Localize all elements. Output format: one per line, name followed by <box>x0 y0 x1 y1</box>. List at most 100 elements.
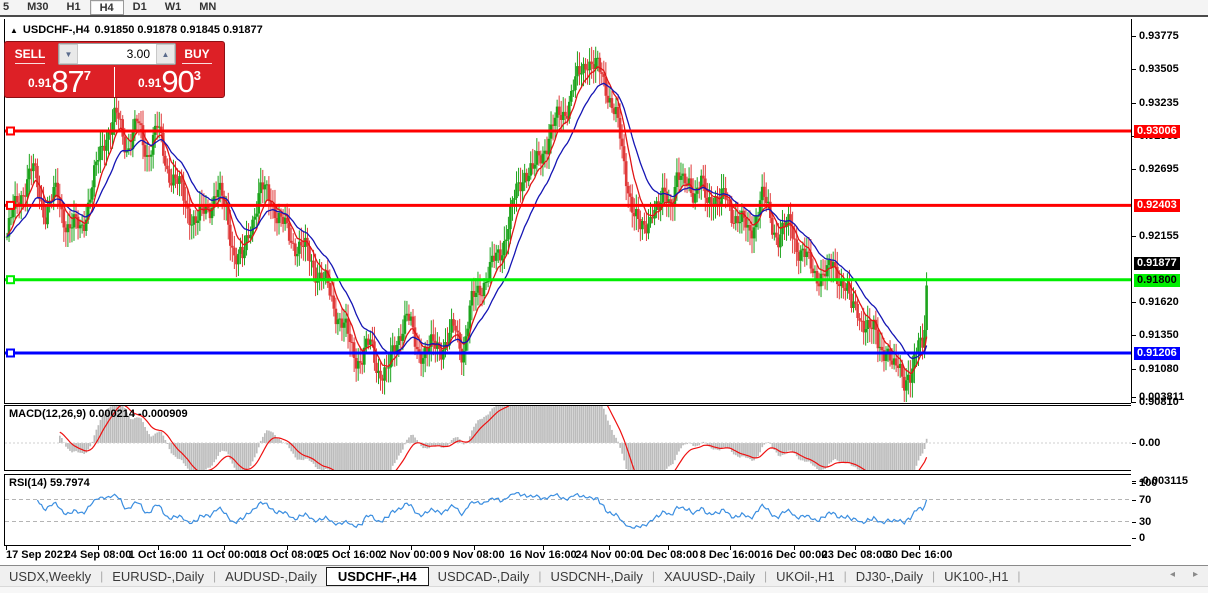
buy-price-prefix: 0.91 <box>137 76 162 90</box>
price-tick-label: 0.93235 <box>1139 97 1179 109</box>
buy-price-sup: 3 <box>193 68 202 83</box>
date-label: 1 Oct 16:00 <box>128 549 188 561</box>
buy-price-quote[interactable]: 0.91 90 3 <box>115 64 224 99</box>
sell-button-label: SELL <box>14 47 46 61</box>
price-tick <box>1132 302 1136 303</box>
sell-price-prefix: 0.91 <box>27 76 52 90</box>
sell-button[interactable]: SELL <box>8 47 52 64</box>
tab-usdx-weekly[interactable]: USDX,Weekly <box>0 568 100 585</box>
tab-usdcnh-daily[interactable]: USDCNH-,Daily <box>541 568 651 585</box>
timeframe-button-mn[interactable]: MN <box>190 0 225 15</box>
tab-xauusd-daily[interactable]: XAUUSD-,Daily <box>655 568 764 585</box>
volume-input[interactable] <box>78 44 156 64</box>
rsi-tick-label: 0 <box>1139 532 1146 544</box>
buy-price-big: 90 <box>161 64 194 99</box>
price-tick <box>1132 402 1136 403</box>
rsi-name: RSI(14) <box>9 477 47 489</box>
timeframe-button-d1[interactable]: D1 <box>124 0 156 15</box>
hline-price-label: 0.92403 <box>1134 199 1180 212</box>
date-axis: 17 Sep 2021 24 Sep 08:00 1 Oct 16:00 11 Oct… <box>0 546 1131 565</box>
ma-slow-line[interactable] <box>6 82 928 360</box>
price-tick <box>1132 69 1136 70</box>
tab-eurusd-daily[interactable]: EURUSD-,Daily <box>103 568 213 585</box>
timeframe-button-h1[interactable]: H1 <box>58 0 90 15</box>
sell-underline <box>14 63 46 64</box>
hline-price-label: 0.91206 <box>1134 347 1180 360</box>
timeframe-button-5[interactable]: 5 <box>0 0 18 15</box>
price-tick-label: 0.91350 <box>1139 329 1179 341</box>
date-label: 17 Sep 2021 <box>6 549 69 561</box>
date-label: 16 Nov 16:00 <box>509 549 577 561</box>
rsi-tick <box>1132 522 1136 523</box>
rsi-line[interactable] <box>36 491 928 529</box>
date-label: 11 Oct 00:00 <box>191 549 257 561</box>
date-label: 30 Dec 16:00 <box>885 549 953 561</box>
date-label: 16 Dec 00:00 <box>760 549 828 561</box>
hline-0.93006[interactable] <box>5 126 1131 136</box>
hline-0.91206[interactable] <box>5 348 1131 358</box>
tab-scroll-left-icon[interactable]: ◂ <box>1170 569 1175 580</box>
macd-main-value: 0.000214 <box>89 408 135 420</box>
price-tick <box>1132 236 1136 237</box>
date-label: 25 Oct 16:00 <box>316 549 382 561</box>
hline-price-label: 0.91800 <box>1134 274 1180 287</box>
tab-usdcad-daily[interactable]: USDCAD-,Daily <box>429 568 539 585</box>
volume-increase-button[interactable]: ▲ <box>156 44 175 64</box>
price-tick-label: 0.91080 <box>1139 363 1179 375</box>
rsi-tick-label: 70 <box>1139 494 1152 506</box>
sell-price-sup: 7 <box>83 68 92 83</box>
tab-scroll-right-icon[interactable]: ▸ <box>1193 569 1198 580</box>
timeframe-button-w1[interactable]: W1 <box>156 0 191 15</box>
chart-header: ▲ USDCHF-,H4 0.91850 0.91878 0.91845 0.9… <box>10 24 263 36</box>
macd-tick-label: 0.00 <box>1139 437 1161 449</box>
macd-name: MACD(12,26,9) <box>9 408 87 420</box>
timeframe-button-h4[interactable]: H4 <box>89 0 124 15</box>
timeframe-button-m30[interactable]: M30 <box>18 0 57 15</box>
tab-audusd-daily[interactable]: AUDUSD-,Daily <box>216 568 326 585</box>
hline-handle[interactable] <box>6 275 15 285</box>
date-label: 8 Dec 16:00 <box>699 549 761 561</box>
tab-usdchf-h4[interactable]: USDCHF-,H4 <box>325 566 429 586</box>
date-label: 18 Oct 08:00 <box>254 549 320 561</box>
price-tick <box>1132 369 1136 370</box>
price-tick <box>1132 36 1136 37</box>
sell-price-quote[interactable]: 0.91 87 7 <box>5 66 115 97</box>
rsi-chart[interactable] <box>5 475 1131 545</box>
price-tick-label: 0.93775 <box>1139 30 1179 42</box>
hline-handle[interactable] <box>6 348 15 358</box>
price-axis: 0.937750.935050.932350.929650.926950.921… <box>1131 19 1208 546</box>
rsi-panel[interactable]: RSI(14) 59.7974 <box>4 474 1132 546</box>
price-tick-label: 0.93505 <box>1139 63 1179 75</box>
hline-0.92403[interactable] <box>5 200 1131 210</box>
date-label: 2 Nov 00:00 <box>380 549 442 561</box>
collapse-chart-icon[interactable]: ▲ <box>10 26 18 35</box>
hline-handle[interactable] <box>6 200 15 210</box>
tab-ukoil-h1[interactable]: UKOil-,H1 <box>767 568 844 585</box>
chart-tab-bar: USDX,Weekly | EURUSD-,Daily | AUDUSD-,Daily U… <box>0 565 1208 586</box>
price-tick <box>1132 103 1136 104</box>
tab-uk100-h1[interactable]: UK100-,H1 <box>935 568 1017 585</box>
macd-panel[interactable]: MACD(12,26,9) 0.000214 -0.000909 <box>4 405 1132 471</box>
tab-dj30-daily[interactable]: DJ30-,Daily <box>847 568 932 585</box>
date-label: 24 Nov 00:00 <box>575 549 643 561</box>
macd-tick-label: 0.003811 <box>1139 391 1185 403</box>
tab-separator: | <box>1017 569 1021 583</box>
price-tick-label: 0.92695 <box>1139 163 1179 175</box>
buy-button[interactable]: BUY <box>175 47 219 64</box>
rsi-tick-label: 30 <box>1139 516 1152 528</box>
rsi-tick <box>1132 538 1136 539</box>
price-tick-label: 0.91620 <box>1139 296 1179 308</box>
hline-price-label: 0.93006 <box>1134 125 1180 138</box>
tab-scroll-controls: ◂ ▸ <box>1170 569 1198 580</box>
macd-tick <box>1132 443 1136 444</box>
date-label: 24 Sep 08:00 <box>64 549 132 561</box>
hline-handle[interactable] <box>6 126 15 136</box>
one-click-trade-widget: SELL ▼ ▲ BUY 0.91 87 7 0.91 90 3 <box>4 41 225 98</box>
price-tick <box>1132 335 1136 336</box>
volume-decrease-button[interactable]: ▼ <box>59 44 78 64</box>
price-tick <box>1132 169 1136 170</box>
current-price-label: 0.91877 <box>1134 257 1180 270</box>
date-label: 1 Dec 08:00 <box>637 549 699 561</box>
rsi-value: 59.7974 <box>49 477 90 489</box>
hline-0.91800[interactable] <box>5 275 1131 285</box>
